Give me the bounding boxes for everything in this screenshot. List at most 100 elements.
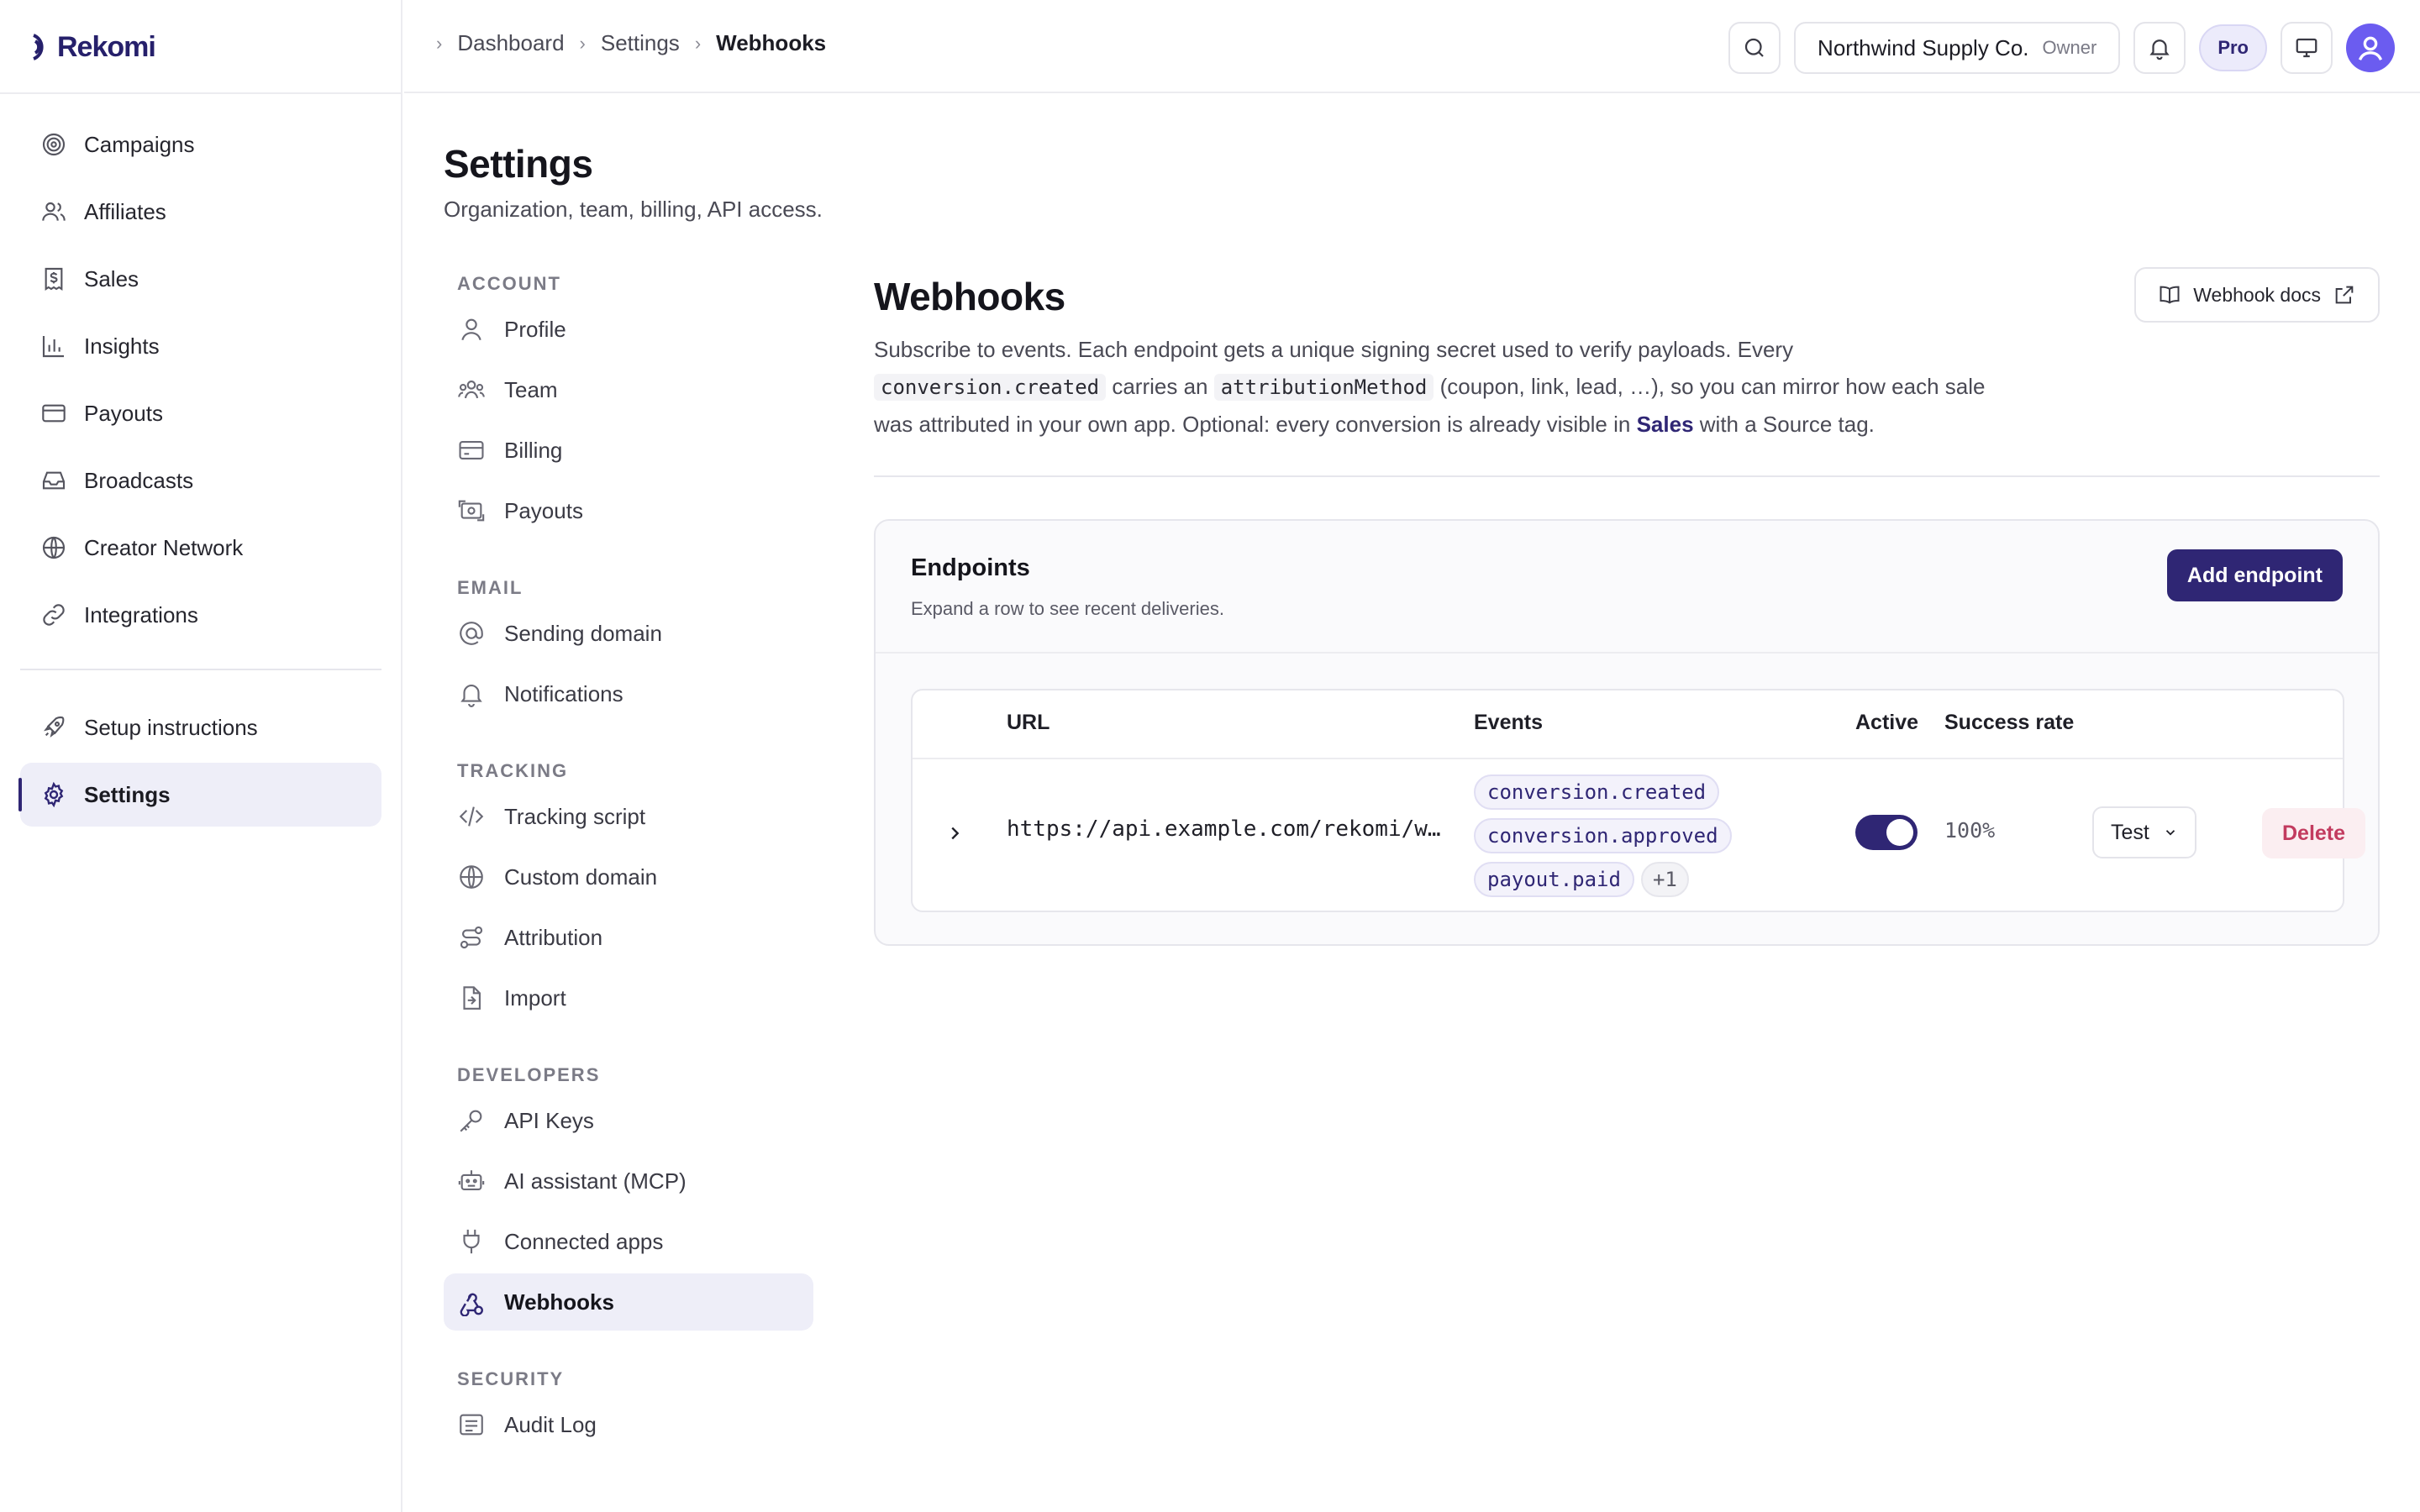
payout-cash-icon	[458, 500, 485, 522]
display-button[interactable]	[2281, 22, 2333, 74]
route-icon	[460, 926, 483, 949]
description-text: Subscribe to events. Each endpoint gets …	[874, 337, 1794, 362]
settings-item-team[interactable]: Team	[444, 361, 813, 418]
more-events-chip[interactable]: +1	[1640, 862, 1689, 897]
settings-item-custom-domain[interactable]: Custom domain	[444, 848, 813, 906]
gear-icon	[44, 781, 64, 808]
settings-item-label: Payouts	[504, 497, 583, 523]
settings-item-payouts[interactable]: Payouts	[444, 482, 813, 539]
settings-nav: ACCOUNT Profile Team Billing Payouts EMA…	[444, 267, 813, 1457]
users-icon	[42, 202, 66, 221]
avatar[interactable]	[2346, 24, 2395, 72]
endpoints-table: URL Events Active Success rate https://a…	[911, 689, 2366, 912]
user-icon	[461, 318, 481, 341]
sidebar-item-creator-network[interactable]: Creator Network	[20, 516, 381, 580]
settings-item-attribution[interactable]: Attribution	[444, 909, 813, 966]
chevron-down-icon	[2165, 830, 2175, 836]
sales-link[interactable]: Sales	[1637, 412, 1694, 437]
settings-item-connected-apps[interactable]: Connected apps	[444, 1213, 813, 1270]
description-text: with a Source tag.	[1699, 412, 1875, 437]
chevron-right-icon	[951, 827, 960, 840]
app-name: Rekomi	[57, 30, 156, 63]
test-dropdown-button[interactable]: Test	[2092, 806, 2196, 858]
breadcrumb: › Dashboard › Settings › Webhooks	[436, 30, 826, 56]
endpoints-card: Endpoints Expand a row to see recent del…	[874, 519, 2380, 946]
sidebar-item-label: Broadcasts	[84, 467, 194, 493]
link-icon	[43, 604, 65, 626]
delete-endpoint-button[interactable]: Delete	[2262, 808, 2366, 858]
settings-item-label: API Keys	[504, 1107, 594, 1133]
plan-badge[interactable]: Pro	[2199, 24, 2267, 71]
settings-section-heading: SECURITY	[457, 1368, 565, 1389]
sidebar-item-sales[interactable]: Sales	[20, 247, 381, 311]
sidebar-item-setup-instructions[interactable]: Setup instructions	[20, 696, 381, 759]
description-text: carries an	[1112, 374, 1208, 399]
page-subtitle: Organization, team, billing, API access.	[444, 197, 823, 222]
settings-item-notifications[interactable]: Notifications	[444, 665, 813, 722]
page-title: Settings	[444, 142, 593, 186]
receipt-icon	[45, 267, 63, 291]
settings-item-webhooks[interactable]: Webhooks	[444, 1273, 813, 1331]
inbox-icon	[42, 471, 66, 490]
settings-item-label: Custom domain	[504, 864, 658, 890]
inline-code: attributionMethod	[1213, 374, 1434, 401]
settings-item-label: Attribution	[504, 924, 603, 950]
sidebar-item-settings[interactable]: Settings	[18, 763, 381, 827]
webhook-docs-button[interactable]: Webhook docs	[2134, 267, 2380, 323]
test-label: Test	[2111, 820, 2149, 844]
notifications-button[interactable]	[2133, 22, 2186, 74]
settings-item-tracking-script[interactable]: Tracking script	[444, 788, 813, 845]
sidebar-item-campaigns[interactable]: Campaigns	[20, 113, 381, 176]
credit-card-icon	[42, 404, 66, 423]
sidebar-section-divider	[20, 669, 381, 670]
app-logo[interactable]: Rekomi	[30, 30, 156, 64]
sidebar-item-label: Creator Network	[84, 534, 244, 560]
bell-icon	[460, 685, 482, 707]
settings-item-label: Billing	[504, 437, 563, 463]
at-sign-icon	[460, 622, 483, 645]
toggle-knob	[1886, 819, 1913, 846]
bell-icon	[2149, 39, 2170, 60]
chevron-right-icon: ›	[436, 32, 443, 54]
globe-icon	[460, 865, 483, 889]
settings-item-sending-domain[interactable]: Sending domain	[444, 605, 813, 662]
event-chip: payout.paid	[1474, 862, 1634, 897]
column-events: Events	[1474, 711, 1543, 734]
expand-row-button[interactable]	[938, 816, 971, 850]
active-toggle[interactable]	[1855, 815, 1918, 850]
settings-section-gap	[444, 1334, 813, 1362]
sidebar-item-affiliates[interactable]: Affiliates	[20, 180, 381, 244]
sidebar-item-label: Sales	[84, 265, 139, 291]
main-sidebar: Rekomi Campaigns Affiliates Sales Insigh…	[0, 0, 402, 1512]
settings-item-label: Webhooks	[504, 1289, 614, 1315]
settings-item-label: Team	[504, 376, 558, 402]
team-icon	[458, 381, 485, 399]
settings-item-billing[interactable]: Billing	[444, 422, 813, 479]
endpoint-url: https://api.example.com/rekomi/w…	[1007, 816, 1441, 842]
settings-item-profile[interactable]: Profile	[444, 301, 813, 358]
org-switcher[interactable]: Northwind Supply Co. Owner	[1794, 22, 2121, 74]
add-endpoint-button[interactable]: Add endpoint	[2166, 549, 2343, 601]
breadcrumb-dashboard[interactable]: Dashboard	[457, 30, 564, 56]
plug-icon	[463, 1229, 480, 1254]
settings-item-ai-assistant[interactable]: AI assistant (MCP)	[444, 1152, 813, 1210]
endpoints-subtitle: Expand a row to see recent deliveries.	[911, 598, 1224, 619]
breadcrumb-settings[interactable]: Settings	[601, 30, 680, 56]
sidebar-item-payouts[interactable]: Payouts	[20, 381, 381, 445]
top-bar: › Dashboard › Settings › Webhooks Northw…	[404, 0, 2420, 93]
search-button[interactable]	[1728, 22, 1781, 74]
endpoints-title: Endpoints	[911, 554, 1030, 581]
sidebar-divider	[0, 92, 402, 94]
settings-item-api-keys[interactable]: API Keys	[444, 1092, 813, 1149]
settings-section-heading: TRACKING	[457, 760, 569, 781]
settings-item-import[interactable]: Import	[444, 969, 813, 1026]
settings-item-audit-log[interactable]: Audit Log	[444, 1396, 813, 1453]
list-icon	[460, 1414, 483, 1436]
sidebar-item-broadcasts[interactable]: Broadcasts	[20, 449, 381, 512]
settings-section-heading: EMAIL	[457, 577, 523, 598]
sidebar-item-integrations[interactable]: Integrations	[20, 583, 381, 647]
settings-section-gap	[444, 726, 813, 754]
webhooks-description: Subscribe to events. Each endpoint gets …	[874, 331, 1991, 443]
sidebar-item-insights[interactable]: Insights	[20, 314, 381, 378]
column-active: Active	[1855, 711, 1919, 734]
